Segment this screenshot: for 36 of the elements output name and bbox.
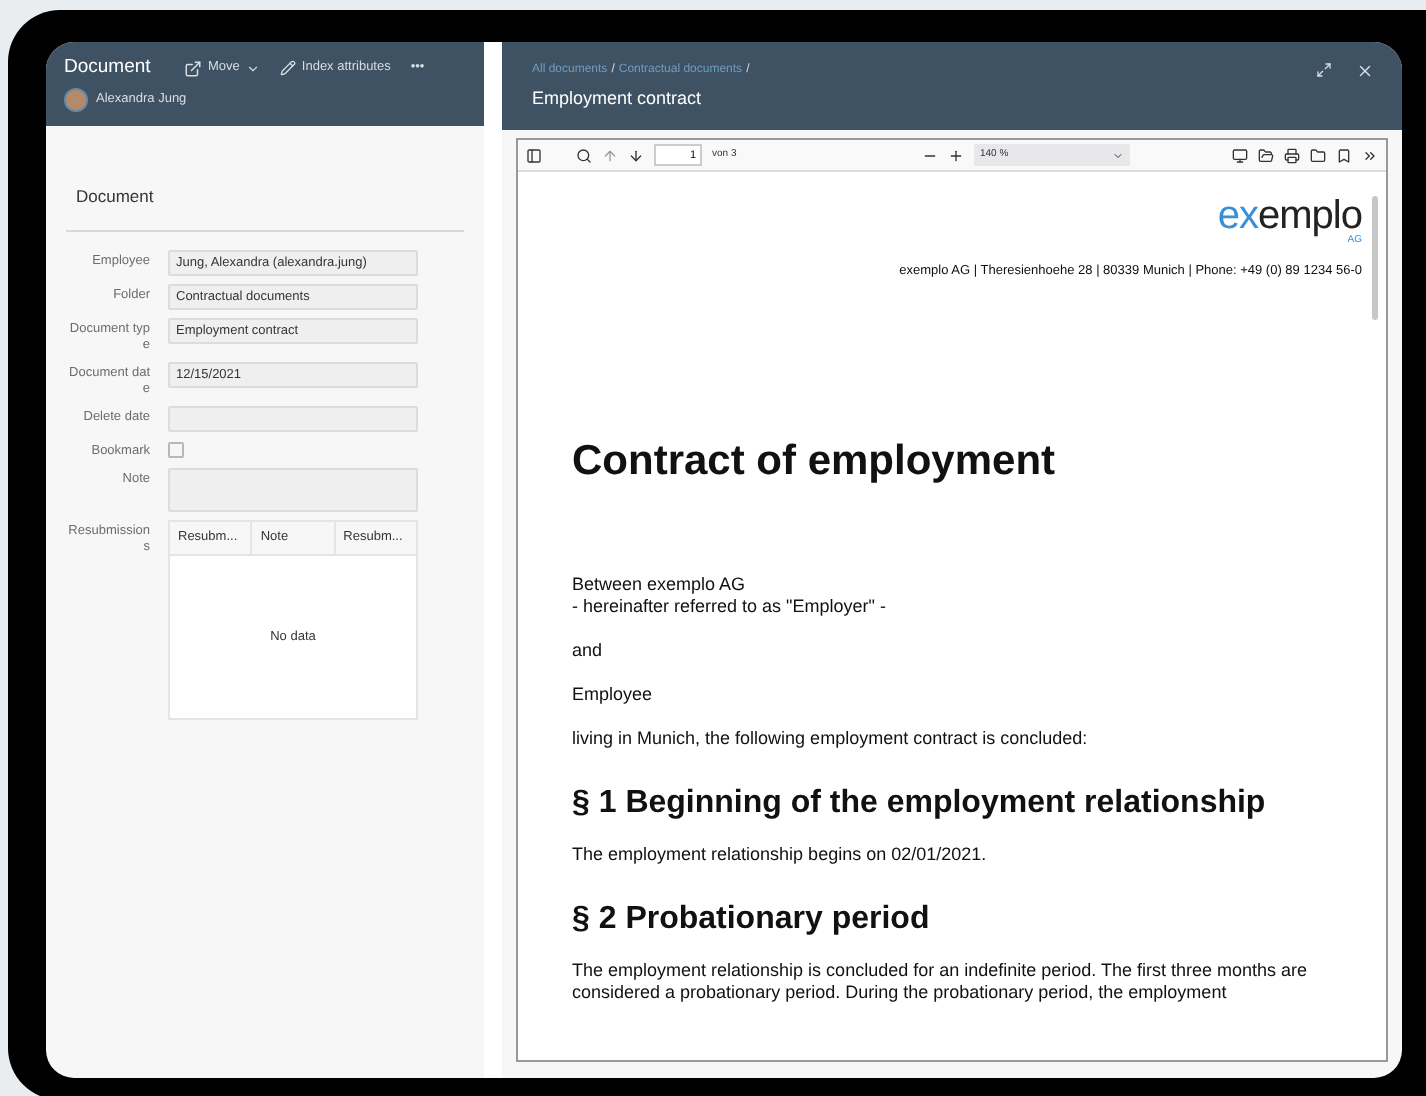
text-field[interactable]: [168, 406, 418, 432]
document-paragraph: and: [572, 639, 605, 662]
avatar: [64, 88, 88, 113]
bookmark-checkbox[interactable]: [168, 442, 184, 458]
document-paragraph: The employment relationship is concluded for an indefinite period. The first three months are considered a probationary period. During the probationary period, the employment: [572, 959, 1310, 1004]
caret-icon: [245, 61, 260, 76]
document-heading: Contract of employment: [572, 437, 1058, 486]
page-title: Document: [64, 54, 153, 82]
section-title: Document: [76, 186, 154, 206]
sidebar-toggle-icon[interactable]: [526, 147, 542, 163]
document-title: Employment contract: [532, 86, 704, 112]
company-logo: exemplo: [1217, 196, 1362, 236]
presentation-icon[interactable]: [1232, 147, 1248, 163]
search-icon[interactable]: [576, 147, 592, 163]
more-tools-icon[interactable]: [1362, 147, 1378, 163]
note-field[interactable]: [168, 468, 418, 512]
section-heading: § 1 Beginning of the employment relationship: [572, 785, 1268, 822]
arrow-down-icon[interactable]: [628, 147, 644, 163]
print-icon[interactable]: [1284, 147, 1300, 163]
document-line: Between exemplo AG: [572, 573, 748, 596]
external-link-icon: [184, 59, 202, 78]
close-icon[interactable]: [1356, 62, 1374, 80]
caret-icon: [1112, 149, 1124, 161]
arrow-up-icon[interactable]: [602, 147, 618, 163]
pencil-icon: [279, 60, 296, 77]
document-paragraph: Employee: [572, 683, 655, 706]
zoom-in-icon[interactable]: [948, 147, 964, 163]
document-line: - hereinafter referred to as "Employer" -: [572, 595, 888, 618]
folder-icon[interactable]: [1310, 147, 1326, 163]
section-heading: § 2 Probationary period: [572, 901, 932, 938]
bookmark-icon[interactable]: [1336, 147, 1352, 163]
document-paragraph: The employment relationship begins on 02/01/2021.: [572, 843, 989, 866]
fullscreen-icon[interactable]: [1316, 62, 1332, 78]
scrollbar-thumb[interactable]: [1372, 196, 1378, 320]
document-paragraph: living in Munich, the following employment contract is concluded:: [572, 727, 1090, 750]
open-file-icon[interactable]: [1258, 147, 1274, 163]
